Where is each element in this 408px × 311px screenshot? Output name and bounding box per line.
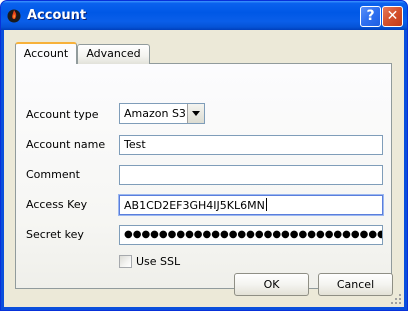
flame-icon <box>7 9 21 23</box>
tab-account[interactable]: Account <box>15 42 77 64</box>
ok-button[interactable]: OK <box>234 273 309 296</box>
access-key-input[interactable]: AB1CD2EF3GH4IJ5KL6MN <box>119 195 383 215</box>
dialog-body: Account Advanced Account type Amazon S3 … <box>4 30 404 307</box>
resize-grip-icon[interactable] <box>390 293 402 305</box>
help-button[interactable]: ? <box>360 6 381 27</box>
chevron-down-icon <box>192 111 200 116</box>
access-key-value: AB1CD2EF3GH4IJ5KL6MN <box>124 199 265 212</box>
window-title: Account <box>27 8 87 23</box>
close-button[interactable]: ✕ <box>382 6 403 27</box>
account-dialog: Account ? ✕ Account Advanced Account typ… <box>0 0 408 311</box>
text-caret <box>265 198 267 211</box>
tab-advanced[interactable]: Advanced <box>77 44 150 64</box>
account-name-input[interactable]: Test <box>119 135 383 155</box>
secret-key-label: Secret key <box>26 228 84 241</box>
account-tab-panel: Account type Amazon S3 Account name Test… <box>15 63 392 289</box>
use-ssl-label[interactable]: Use SSL <box>136 255 180 268</box>
title-bar[interactable]: Account ? ✕ <box>1 1 407 30</box>
account-type-select[interactable]: Amazon S3 <box>119 103 205 124</box>
use-ssl-checkbox[interactable] <box>119 255 132 268</box>
comment-label: Comment <box>26 168 80 181</box>
account-type-value: Amazon S3 <box>124 107 186 120</box>
account-name-label: Account name <box>26 138 106 151</box>
dropdown-arrow-button[interactable] <box>187 104 204 123</box>
comment-input[interactable] <box>119 165 383 185</box>
secret-key-input[interactable]: ●●●●●●●●●●●●●●●●●●●●●●●●●●●●●●●●●●●●●●●● <box>119 225 383 245</box>
cancel-button[interactable]: Cancel <box>318 273 393 296</box>
access-key-label: Access Key <box>26 198 88 211</box>
account-type-label: Account type <box>26 108 99 121</box>
